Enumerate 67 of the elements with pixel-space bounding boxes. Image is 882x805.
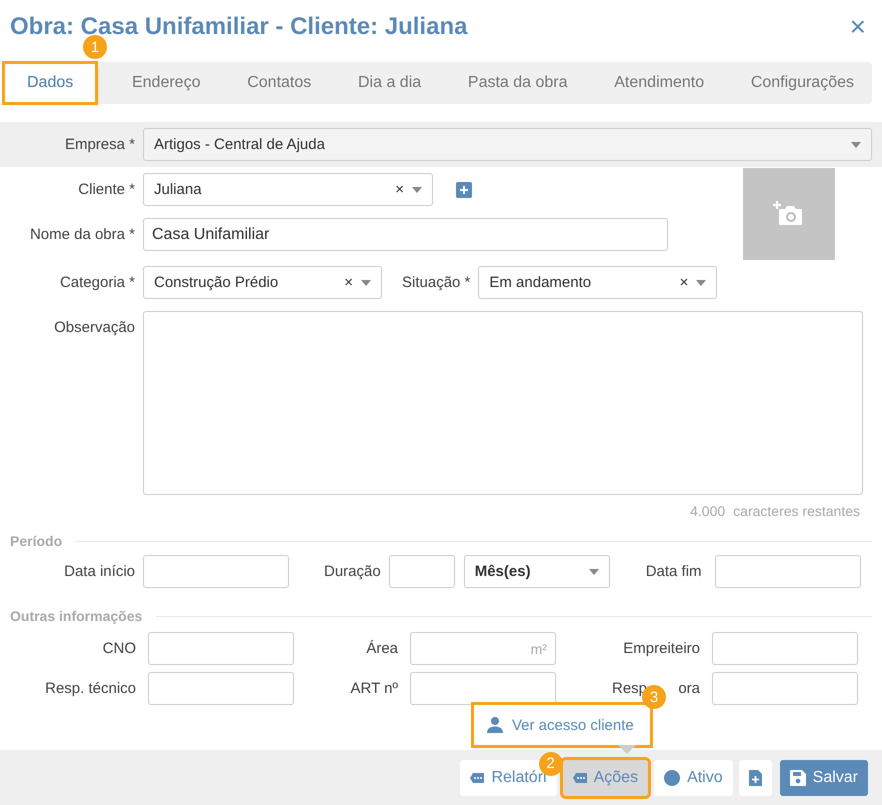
tag-button[interactable]: Ações [562, 760, 648, 796]
character-count: 4.000 [690, 503, 726, 519]
field-label: Resp. técnico [44, 680, 137, 697]
input-field[interactable] [143, 555, 289, 588]
tab[interactable]: Pasta da obra [458, 64, 578, 102]
tab[interactable]: Configurações [740, 64, 864, 102]
field-label: Data início [63, 563, 136, 580]
tab[interactable]: Dados [5, 64, 96, 102]
select-field[interactable]: Mês(es) [464, 555, 610, 588]
tab[interactable]: Dia a dia [348, 64, 432, 102]
select-field[interactable]: Construção Prédio × [143, 266, 382, 299]
save-button[interactable]: Salvar [780, 760, 868, 796]
select-field[interactable]: Juliana × [143, 173, 433, 206]
field-label: Nome da obra * [28, 226, 136, 243]
field-label: Categoria * [58, 274, 136, 291]
person-icon [486, 717, 504, 733]
input-field[interactable]: m² [410, 632, 556, 665]
input-field[interactable] [388, 555, 455, 588]
circle-icon [664, 770, 680, 786]
status-button[interactable]: Ativo [654, 760, 733, 796]
tab[interactable]: Atendimento [604, 64, 714, 102]
field-label: Data fim [644, 563, 703, 580]
section-heading: Período [10, 533, 62, 549]
tab[interactable]: Endereço [122, 64, 210, 102]
clear-icon[interactable]: × [680, 274, 688, 291]
field-label: Área [365, 640, 399, 657]
text-area[interactable] [143, 311, 863, 495]
select-field[interactable]: Artigos - Central de Ajuda [143, 128, 872, 161]
save-icon [790, 770, 806, 786]
popup-pointer [618, 745, 636, 754]
add-icon [456, 182, 472, 198]
caret-icon [696, 280, 706, 286]
select-field[interactable]: Em andamento × [478, 266, 718, 299]
clear-icon[interactable]: × [344, 274, 353, 291]
photo-placeholder[interactable] [743, 168, 835, 260]
input-field[interactable] [712, 632, 858, 665]
field-label: Empresa * [64, 136, 136, 153]
field-label: Empreiteiro [622, 640, 701, 657]
tag-icon [470, 772, 484, 782]
close-button[interactable]: × [846, 13, 870, 41]
input-field[interactable] [714, 555, 861, 588]
callout-badge: 1 [83, 35, 107, 59]
field-label: Duração [323, 563, 382, 580]
new-document-button[interactable] [738, 760, 772, 796]
input-field[interactable] [148, 672, 294, 705]
caret-icon [851, 142, 861, 148]
input-field[interactable] [410, 672, 556, 705]
field-label: Cliente * [77, 181, 136, 198]
caret-icon [412, 186, 422, 192]
field-label: ora [678, 680, 700, 697]
unit-label: m² [530, 640, 547, 656]
input-field[interactable] [148, 632, 294, 665]
caret-icon [361, 280, 371, 286]
tab[interactable]: Contatos [237, 64, 322, 102]
field-label: CNO [102, 640, 137, 657]
counter-label: caracteres restantes [733, 503, 860, 519]
input-field[interactable]: Casa Unifamiliar [143, 218, 668, 251]
document-plus-icon [748, 770, 762, 786]
tag-icon [572, 772, 587, 782]
section-heading: Outras informações [10, 608, 142, 624]
field-label: Situação * [401, 274, 472, 291]
menu-item[interactable]: Ver acesso cliente [474, 705, 646, 745]
field-label: Observação [53, 318, 136, 336]
clear-icon[interactable]: × [395, 181, 404, 198]
input-field[interactable] [712, 672, 858, 705]
field-label: ART nº [350, 680, 399, 697]
caret-icon [588, 568, 599, 574]
